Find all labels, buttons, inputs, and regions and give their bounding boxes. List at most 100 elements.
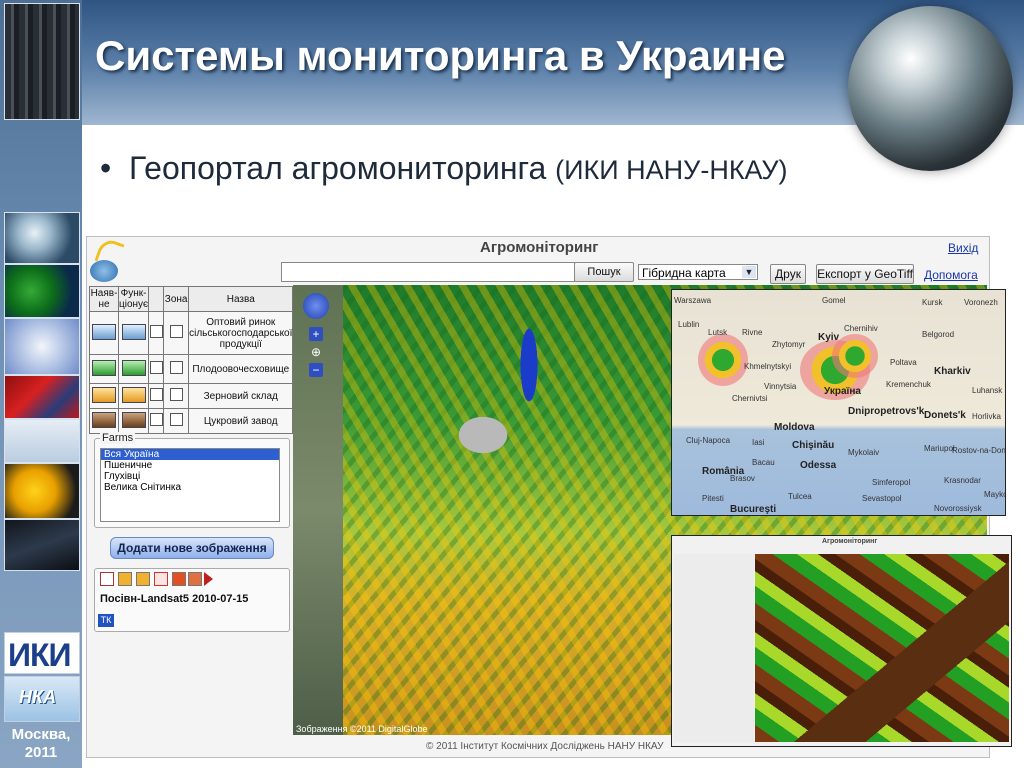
bullet-main-text: Геопортал агромониторинга xyxy=(128,150,547,186)
city-label: Voronezh xyxy=(964,298,998,307)
truck-icon xyxy=(92,323,116,340)
city-label: Chişinău xyxy=(792,440,835,451)
city-label: Poltava xyxy=(890,358,917,367)
thumbnail-yellow-map xyxy=(4,463,80,519)
zone-cell[interactable] xyxy=(163,408,190,434)
thumbnail-dark-map xyxy=(4,519,80,571)
city-label: Luhansk xyxy=(972,386,1003,395)
city-label: Simferopol xyxy=(872,478,911,487)
row-checkbox[interactable] xyxy=(149,325,163,338)
chevron-down-icon[interactable]: ▼ xyxy=(742,266,756,278)
city-label: Novorossiysk xyxy=(934,504,982,513)
available-cell xyxy=(89,408,119,434)
city-label: Chernihiv xyxy=(844,324,878,333)
add-image-button[interactable]: Додати нове зображення xyxy=(110,537,274,559)
city-label: Dnipropetrovs'k xyxy=(848,406,925,417)
logout-link[interactable]: Вихід xyxy=(948,241,978,255)
col-header-name: Назва xyxy=(188,286,294,312)
location-date: Москва, 2011 xyxy=(2,726,80,762)
list-item[interactable]: Глухівці xyxy=(101,471,279,482)
city-label: Krasnodar xyxy=(944,476,981,485)
city-label: Donets'k xyxy=(924,410,966,421)
nkau-logo: НКА xyxy=(4,676,80,722)
checkbox-cell[interactable] xyxy=(148,311,165,355)
table-row[interactable]: Цукровий завод xyxy=(89,408,294,434)
checkbox-cell[interactable] xyxy=(148,354,165,384)
slide-title: Системы мониторинга в Украине xyxy=(95,32,786,79)
close-icon[interactable] xyxy=(188,572,202,586)
bullet-sub-text: (ИКИ НАНУ-НКАУ) xyxy=(555,155,788,185)
checkbox-icon[interactable] xyxy=(100,572,114,586)
sugar-factory-icon xyxy=(121,411,146,428)
tk-badge[interactable]: ТК xyxy=(98,614,114,627)
zone-checkbox[interactable] xyxy=(169,388,183,401)
city-label: Khmelnytskyi xyxy=(744,362,792,371)
zoom-in-icon[interactable]: + xyxy=(309,327,323,341)
search-input[interactable] xyxy=(281,262,575,282)
warehouse-icon xyxy=(92,359,116,376)
checkbox-cell[interactable] xyxy=(148,383,165,409)
city-label: Zhytomyr xyxy=(772,340,806,349)
city-label: Lublin xyxy=(678,320,700,329)
operating-cell xyxy=(117,383,150,409)
zone-checkbox[interactable] xyxy=(169,325,183,338)
zone-cell[interactable] xyxy=(163,383,190,409)
city-label: Lutsk xyxy=(708,328,728,337)
zone-checkbox[interactable] xyxy=(169,361,183,374)
map-attribution: Зображення ©2011 DigitalGlobe xyxy=(296,724,428,734)
city-label: Vinnytsia xyxy=(764,382,797,391)
grain-store-icon xyxy=(92,386,116,403)
name-cell: Плодоовочесховище xyxy=(188,354,294,384)
farms-label: Farms xyxy=(100,432,136,444)
pan-control-icon[interactable] xyxy=(303,293,329,319)
table-row[interactable]: Зерновий склад xyxy=(89,383,294,409)
city-label: Kremenchuk xyxy=(886,380,931,389)
checkbox-cell[interactable] xyxy=(148,408,165,434)
city-label: Tulcea xyxy=(788,492,812,501)
print-button[interactable]: Друк xyxy=(770,264,806,284)
city-label: Bucureşti xyxy=(730,504,777,515)
zone-checkbox[interactable] xyxy=(169,413,183,426)
inset-fields-map xyxy=(755,554,1009,742)
thumbnail-server-rack xyxy=(4,3,80,120)
row-checkbox[interactable] xyxy=(149,413,163,426)
zoom-out-icon[interactable]: − xyxy=(309,363,323,377)
zone-cell[interactable] xyxy=(163,354,190,384)
app-title: Агромоніторинг xyxy=(480,239,599,256)
available-cell xyxy=(89,354,119,384)
city-label: Mariupol xyxy=(924,444,955,453)
arrow-up-icon[interactable] xyxy=(118,572,132,586)
export-geotiff-button[interactable]: Експорт у GeoTiff xyxy=(816,264,914,284)
bullet-dot: • xyxy=(100,150,129,186)
city-label: Pitesti xyxy=(702,494,724,503)
arrow-down-icon[interactable] xyxy=(136,572,150,586)
search-button[interactable]: Пошук xyxy=(574,262,634,282)
inset-app-screenshot: Агромоніторинг xyxy=(671,535,1012,747)
operating-cell xyxy=(117,408,150,434)
city-label: România xyxy=(702,466,745,477)
bullet-point: • Геопортал агромониторинга (ИКИ НАНУ-НК… xyxy=(100,150,788,187)
truck-icon xyxy=(121,323,146,340)
list-item[interactable]: Велика Снітинка xyxy=(101,482,279,493)
table-row[interactable]: Оптовий ринок сільськогосподарської прод… xyxy=(89,311,294,355)
thumbnail-blue-map xyxy=(4,318,80,375)
list-item[interactable]: Вся Україна xyxy=(101,449,279,460)
globe-icon[interactable]: ⊕ xyxy=(309,345,323,359)
play-icon[interactable] xyxy=(204,572,213,586)
list-item[interactable]: Пшеничне xyxy=(101,460,279,471)
farms-list[interactable]: Вся Україна Пшеничне Глухівці Велика Сні… xyxy=(100,448,280,522)
city-label: Odessa xyxy=(800,460,837,471)
zone-cell[interactable] xyxy=(163,311,190,355)
row-checkbox[interactable] xyxy=(149,361,163,374)
table-icon[interactable] xyxy=(154,572,168,586)
table-row[interactable]: Плодоовочесховище xyxy=(89,354,294,384)
city-label: Moldova xyxy=(774,422,815,433)
nkau-logo-text: НКА xyxy=(19,687,57,707)
map-type-select[interactable]: Гібридна карта ▼ xyxy=(638,264,758,280)
row-checkbox[interactable] xyxy=(149,388,163,401)
help-link[interactable]: Допомога xyxy=(924,268,978,282)
year-label: 2011 xyxy=(24,744,58,761)
inset-app-sidebar xyxy=(674,554,754,742)
city-label: Москва, xyxy=(11,726,71,743)
question-icon[interactable] xyxy=(172,572,186,586)
